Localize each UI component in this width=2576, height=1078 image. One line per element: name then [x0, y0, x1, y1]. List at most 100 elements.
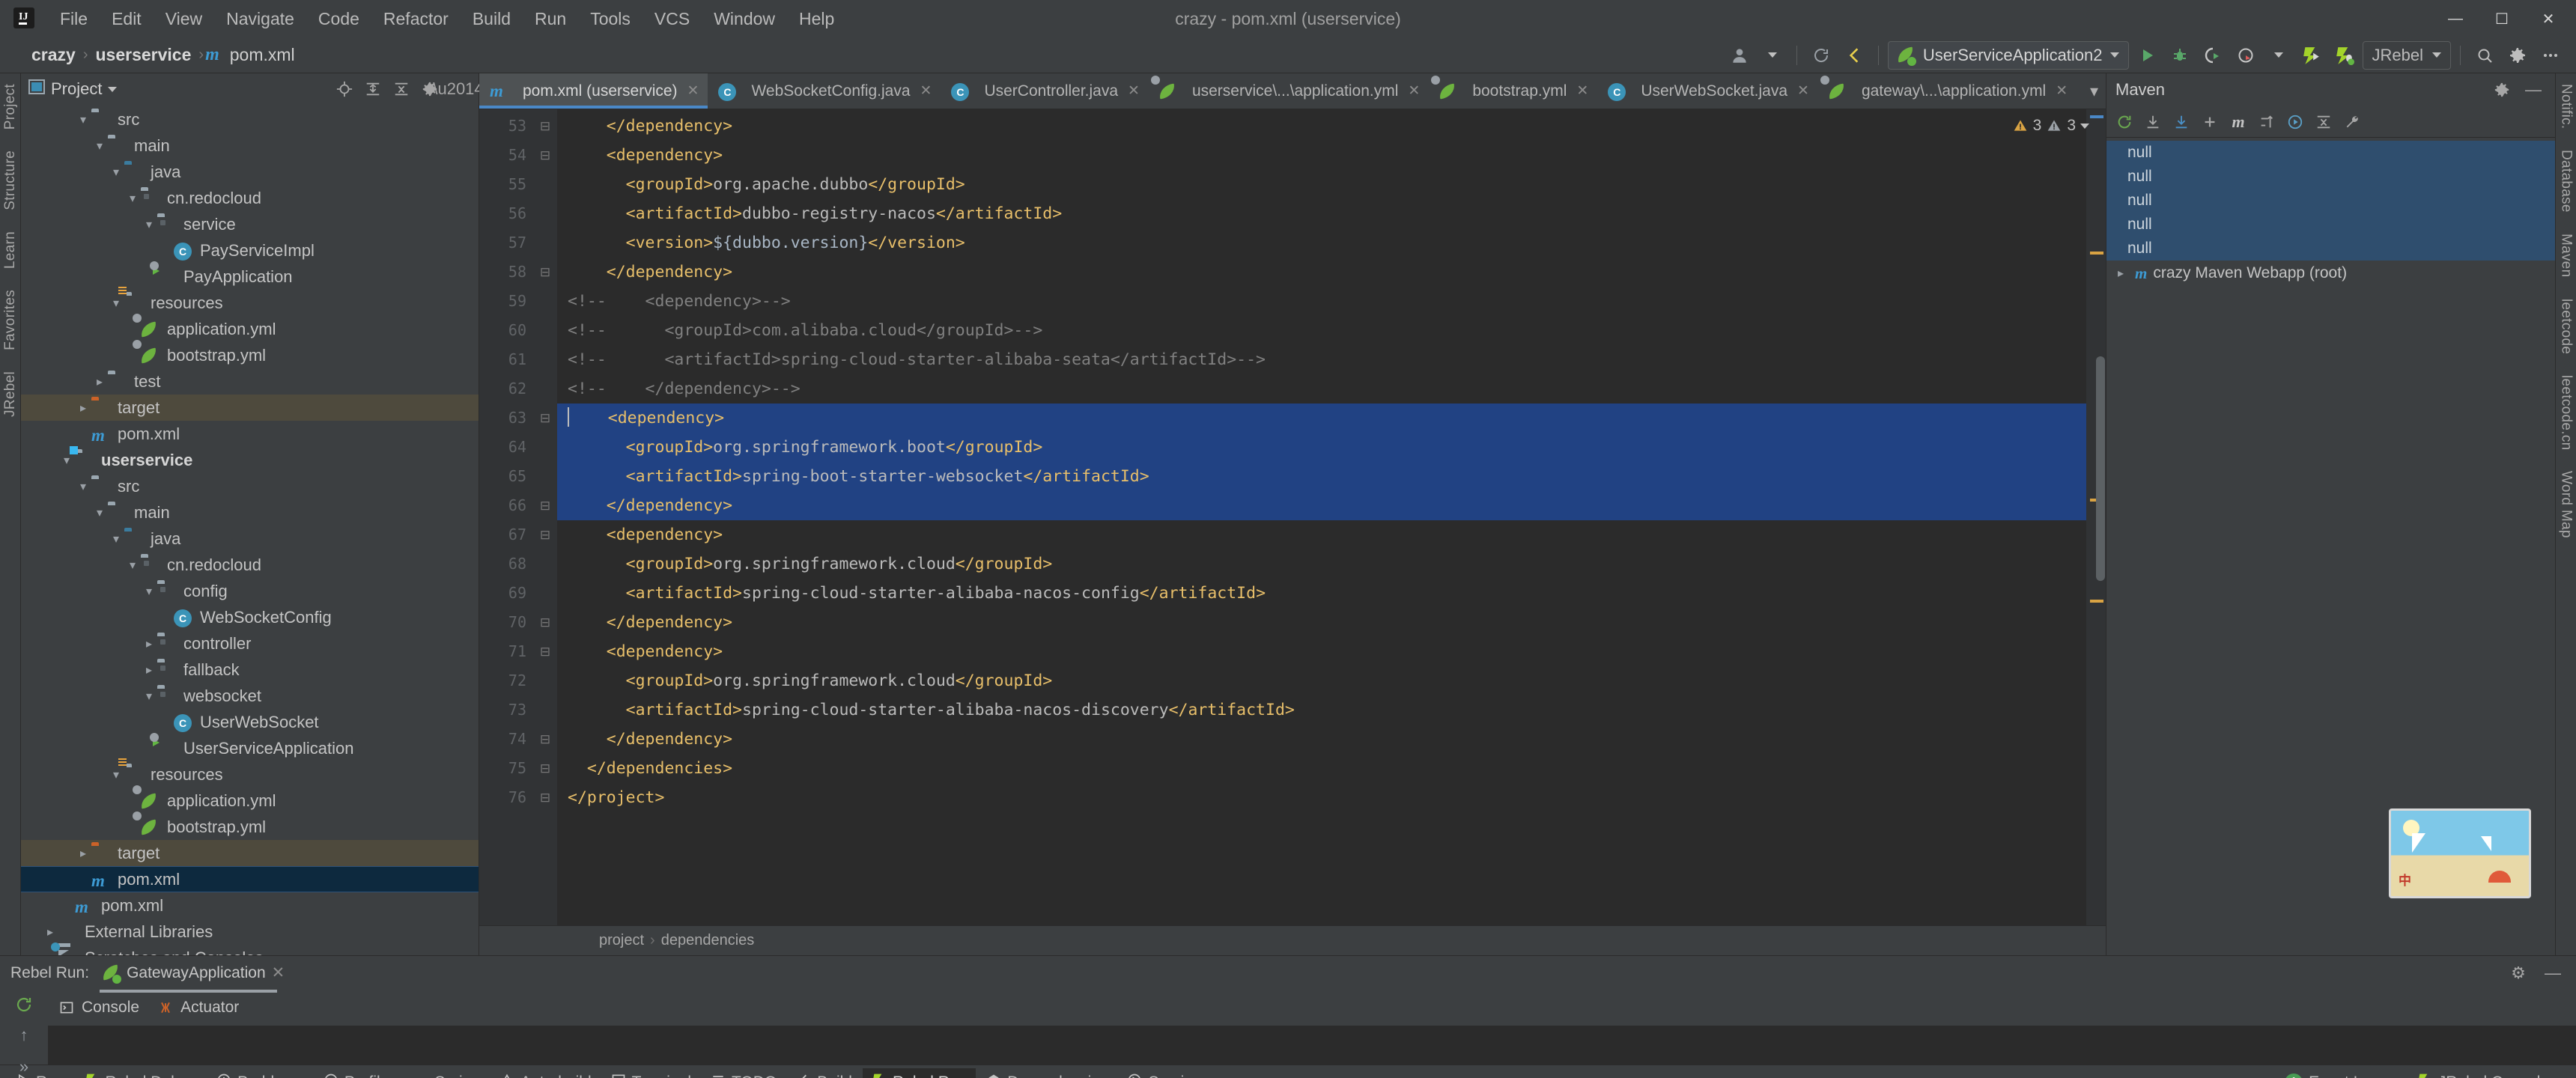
tree-node-src[interactable]: ▾ src	[21, 473, 479, 499]
code-line[interactable]: <artifactId>spring-cloud-starter-alibaba…	[557, 579, 2086, 608]
close-icon[interactable]: ✕	[1797, 82, 1809, 100]
code-line[interactable]: <!-- <artifactId>spring-cloud-starter-al…	[557, 345, 2086, 374]
code-line[interactable]: <!-- <dependency>-->	[557, 287, 2086, 316]
breadcrumb-project-tag[interactable]: project	[599, 932, 644, 949]
tree-node-pom-xml[interactable]: m pom.xml	[21, 892, 479, 919]
toggle-skip-tests-icon[interactable]	[2253, 109, 2280, 135]
maximize-button[interactable]: ☐	[2479, 1, 2525, 37]
tree-node-java[interactable]: ▾ java	[21, 526, 479, 552]
close-icon[interactable]: ✕	[2056, 82, 2068, 100]
tab-actuator[interactable]: Actuator	[157, 999, 239, 1017]
tree-node-target[interactable]: ▸ target	[21, 395, 479, 421]
code-line[interactable]: <groupId>org.springframework.boot</group…	[557, 433, 2086, 462]
tree-node-userserviceapplication[interactable]: UserServiceApplication	[21, 732, 479, 761]
tool-strip-structure[interactable]: Structure	[0, 140, 22, 221]
code-line[interactable]: </project>	[557, 783, 2086, 812]
close-icon[interactable]: ✕	[1576, 82, 1588, 100]
tool-strip-database[interactable]: Database	[2555, 139, 2576, 223]
menu-window[interactable]: Window	[702, 5, 787, 33]
wrench-icon[interactable]	[2339, 109, 2366, 135]
tree-node-controller[interactable]: ▸ controller	[21, 630, 479, 657]
code-line[interactable]: </dependency>	[557, 258, 2086, 287]
tree-node-cn-redocloud[interactable]: ▾ cn.redocloud	[21, 552, 479, 578]
menu-run[interactable]: Run	[523, 5, 578, 33]
code-line[interactable]: <dependency>	[557, 520, 2086, 549]
fold-start-icon[interactable]: ⊟	[533, 520, 557, 549]
rebel-run-tab[interactable]: GatewayApplication ✕	[100, 957, 288, 993]
tree-node-userservice[interactable]: ▾ userservice	[21, 447, 479, 473]
close-icon[interactable]: ✕	[272, 963, 285, 982]
toolwindow-button-rebel-run[interactable]: Rebel Run	[862, 1068, 976, 1078]
breadcrumb-dependencies-tag[interactable]: dependencies	[661, 932, 755, 949]
toolwindow-button-problems[interactable]: Problems	[207, 1068, 313, 1078]
code-line[interactable]: <dependency>	[557, 141, 2086, 170]
chevron-down-icon[interactable]: ▾	[75, 479, 91, 494]
tool-strip-favorites[interactable]: Favorites	[0, 279, 22, 361]
tree-node-scratches-and-consoles[interactable]: ▸Scratches and Consoles	[21, 942, 479, 955]
tree-node-application-yml[interactable]: application.yml	[21, 313, 479, 342]
add-icon[interactable]	[2196, 109, 2223, 135]
profile-button[interactable]	[2231, 41, 2261, 70]
close-button[interactable]: ✕	[2525, 1, 2572, 37]
debug-button[interactable]	[2165, 41, 2195, 70]
chevron-down-icon[interactable]: ▾	[58, 453, 75, 468]
editor-scrollbar[interactable]	[2096, 356, 2105, 581]
editor-tab-websocketconfig-java[interactable]: C WebSocketConfig.java ✕	[708, 73, 941, 109]
code-line[interactable]: </dependencies>	[557, 754, 2086, 783]
chevron-right-icon[interactable]: ▸	[91, 374, 108, 389]
run-with-coverage-button[interactable]	[2198, 41, 2228, 70]
toolwindow-button-spring[interactable]: Spring	[404, 1068, 489, 1078]
inspection-widget[interactable]: 3 3	[2012, 109, 2089, 142]
chevron-right-icon[interactable]: ▸	[42, 925, 58, 940]
statusbar-event-log[interactable]: 1 Event Log	[2276, 1069, 2389, 1078]
code-line[interactable]: </dependency>	[557, 491, 2086, 520]
fold-end-icon[interactable]: ⊟	[533, 608, 557, 637]
collapse-all-icon[interactable]	[389, 77, 414, 101]
tree-node-java[interactable]: ▾ java	[21, 159, 479, 185]
maven-null-row[interactable]: null	[2106, 213, 2555, 237]
jrebel-debug-icon[interactable]	[2330, 41, 2360, 70]
tree-node-websocketconfig[interactable]: C WebSocketConfig	[21, 604, 479, 630]
fold-end-icon[interactable]: ⊟	[533, 725, 557, 754]
refresh-icon[interactable]	[2111, 109, 2138, 135]
locate-icon[interactable]	[332, 77, 357, 101]
breadcrumb-project[interactable]: crazy	[25, 43, 82, 67]
expand-all-icon[interactable]	[360, 77, 386, 101]
chevron-down-icon[interactable]	[1758, 41, 1787, 70]
code-line[interactable]: <!-- <groupId>com.alibaba.cloud</groupId…	[557, 316, 2086, 345]
tree-node-service[interactable]: ▾ service	[21, 211, 479, 237]
menu-navigate[interactable]: Navigate	[214, 5, 306, 33]
tree-node-test[interactable]: ▸ test	[21, 368, 479, 395]
code-line[interactable]: <artifactId>spring-cloud-starter-alibaba…	[557, 695, 2086, 725]
more-icon[interactable]	[2536, 41, 2566, 70]
fold-end-icon[interactable]: ⊟	[533, 258, 557, 287]
back-icon[interactable]	[1839, 41, 1869, 70]
chevron-down-icon[interactable]: ▾	[108, 165, 124, 180]
code-line[interactable]: </dependency>	[557, 725, 2086, 754]
maven-null-row[interactable]: null	[2106, 141, 2555, 165]
error-stripe[interactable]	[2086, 109, 2106, 925]
code-line[interactable]: </dependency>	[557, 112, 2086, 141]
hide-icon[interactable]: \u2014	[433, 77, 483, 101]
chevron-right-icon[interactable]: ▸	[2112, 266, 2129, 281]
tree-node-resources[interactable]: ▾ resources	[21, 290, 479, 316]
tree-node-target[interactable]: ▸ target	[21, 840, 479, 866]
run-configuration-selector[interactable]: UserServiceApplication2	[1887, 40, 2129, 70]
tree-node-websocket[interactable]: ▾ websocket	[21, 683, 479, 709]
chevron-down-icon[interactable]	[2080, 123, 2089, 129]
menu-tools[interactable]: Tools	[578, 5, 643, 33]
settings-icon[interactable]	[2503, 41, 2533, 70]
chevron-down-icon[interactable]: ▾	[141, 584, 157, 599]
menu-edit[interactable]: Edit	[100, 5, 154, 33]
tree-node-application-yml[interactable]: application.yml	[21, 785, 479, 814]
tool-strip-jrebel[interactable]: JRebel	[0, 361, 22, 427]
tree-node-cn-redocloud[interactable]: ▾ cn.redocloud	[21, 185, 479, 211]
menu-build[interactable]: Build	[461, 5, 523, 33]
avatar[interactable]	[1725, 41, 1755, 70]
scroll-up-icon[interactable]: ↑	[11, 1026, 37, 1045]
chevron-down-icon[interactable]: ▾	[91, 505, 108, 520]
tree-node-payapplication[interactable]: PayApplication	[21, 261, 479, 290]
toolwindow-button-dependencies[interactable]: Dependencies	[977, 1068, 1117, 1078]
tool-strip-leetcode-cn[interactable]: leetcode.cn	[2555, 365, 2576, 460]
tree-node-payserviceimpl[interactable]: C PayServiceImpl	[21, 237, 479, 264]
